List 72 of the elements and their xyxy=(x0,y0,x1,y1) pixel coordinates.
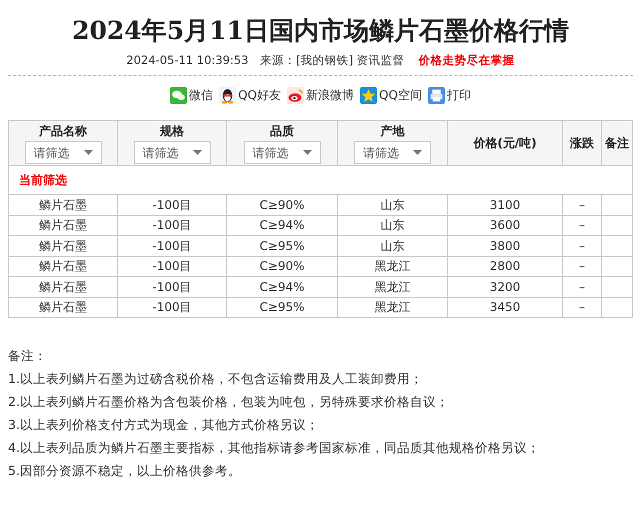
table-cell: -100目 xyxy=(152,218,192,232)
column-header: 规格 xyxy=(158,123,185,140)
table-cell: 鳞片石墨 xyxy=(39,259,87,273)
table-cell: – xyxy=(579,238,585,252)
table-cell: 黑龙江 xyxy=(374,300,410,314)
filter-dropdown[interactable]: 请筛选 xyxy=(134,141,210,164)
table-cell: C≥94% xyxy=(259,218,305,232)
table-cell: C≥94% xyxy=(259,280,305,294)
eye-icon[interactable] xyxy=(287,86,304,104)
table-cell: – xyxy=(579,280,585,294)
table-cell: 鳞片石墨 xyxy=(39,218,87,232)
table-cell: 鳞片石墨 xyxy=(39,198,87,212)
note-text: 3.以上表列价格支付方式为现金，其他方式价格另议； xyxy=(8,416,320,434)
share-link[interactable]: 打印 xyxy=(446,86,471,104)
table-cell: 山东 xyxy=(380,198,404,212)
page-title: 2024年5月11日国内市场鳞片石墨价格行情 xyxy=(71,15,570,47)
filter-dropdown[interactable]: 请筛选 xyxy=(354,141,431,164)
table-cell: – xyxy=(579,259,585,273)
source-text: 来源：[我的钢铁] 资讯监督 xyxy=(260,53,405,67)
note-text: 1.以上表列鳞片石墨为过磅含税价格，不包含运输费用及人工装卸费用； xyxy=(8,370,424,388)
note-text: 2.以上表列鳞片石墨价格为含包装价格，包装为吨包，另特殊要求价格自议； xyxy=(8,393,450,412)
table-cell: C≥90% xyxy=(259,259,305,273)
share-link[interactable]: QQ好友 xyxy=(238,86,281,104)
publish-time: 2024-05-11 10:39:53 xyxy=(126,53,248,67)
table-cell: 鳞片石墨 xyxy=(39,238,87,252)
table-cell: 山东 xyxy=(380,238,404,252)
printer-icon[interactable] xyxy=(428,86,445,104)
table-cell: C≥95% xyxy=(259,238,305,252)
table-cell: 山东 xyxy=(380,218,404,232)
table-cell: 3200 xyxy=(490,280,520,294)
table-cell: 鳞片石墨 xyxy=(39,300,87,314)
caret-icon xyxy=(192,150,202,156)
column-header: 价格(元/吨) xyxy=(473,136,537,150)
table-cell: 2800 xyxy=(490,259,520,273)
table-cell: 3800 xyxy=(490,238,520,252)
caret-icon xyxy=(302,150,312,156)
share-link[interactable]: 微信 xyxy=(189,86,214,104)
filter-dropdown[interactable]: 请筛选 xyxy=(244,141,320,164)
column-header: 备注 xyxy=(605,136,629,150)
note-text: 5.因部分资源不稳定，以上价格供参考。 xyxy=(8,462,242,480)
table-cell: 黑龙江 xyxy=(374,280,410,294)
slogan-link[interactable]: 价格走势尽在掌握 xyxy=(418,53,515,67)
star-icon[interactable] xyxy=(360,86,377,104)
caret-icon xyxy=(84,150,92,156)
table-cell: 3600 xyxy=(490,218,520,232)
filter-label: 当前筛选 xyxy=(19,172,67,187)
table-cell: -100目 xyxy=(152,280,192,294)
table-cell: 鳞片石墨 xyxy=(39,280,87,294)
table-cell: – xyxy=(579,300,585,314)
table-cell: 黑龙江 xyxy=(374,259,410,273)
chat-icon[interactable] xyxy=(170,86,188,104)
column-header: 产品名称 xyxy=(38,123,88,140)
share-link[interactable]: 新浪微博 xyxy=(306,86,354,104)
table-cell: 3450 xyxy=(490,300,520,314)
table-cell: C≥95% xyxy=(259,300,305,314)
note-text: 4.以上表列品质为鳞片石墨主要指标，其他指标请参考国家标准，同品质其他规格价格另议； xyxy=(8,439,541,458)
column-header: 产地 xyxy=(380,123,406,140)
table-cell: – xyxy=(579,198,585,212)
caret-icon xyxy=(413,150,422,156)
table-cell: -100目 xyxy=(152,198,192,212)
table-cell: -100目 xyxy=(152,238,192,252)
table-cell: – xyxy=(579,218,585,232)
table-cell: -100目 xyxy=(152,259,192,273)
column-header: 品质 xyxy=(269,123,295,140)
column-header: 涨跌 xyxy=(570,136,594,150)
filter-dropdown[interactable]: 请筛选 xyxy=(24,141,102,164)
share-link[interactable]: QQ空间 xyxy=(379,86,422,104)
table-cell: -100目 xyxy=(152,300,192,314)
table-cell: 3100 xyxy=(490,198,520,212)
table-cell: C≥90% xyxy=(259,198,305,212)
penguin-icon[interactable] xyxy=(219,86,236,104)
notes-heading: 备注： xyxy=(8,347,48,366)
